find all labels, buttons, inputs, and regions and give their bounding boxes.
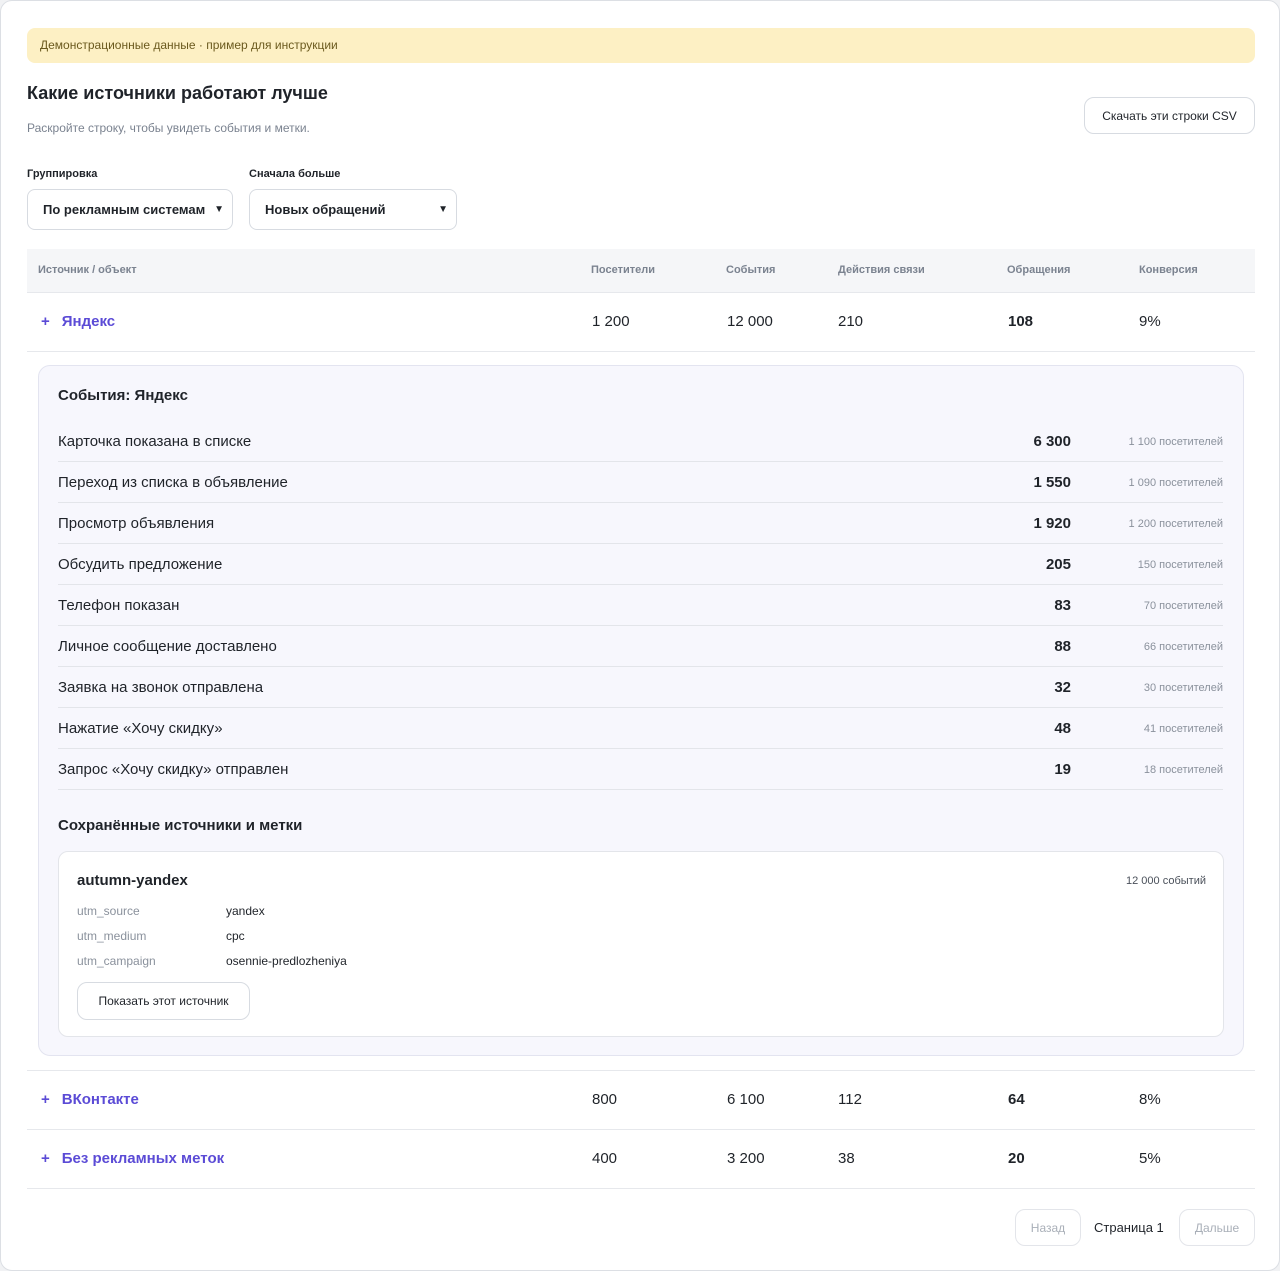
event-count: 48 [1054,720,1071,737]
table-row[interactable]: + Яндекс 1 200 12 000 210 108 9% [27,293,1255,352]
chevron-down-icon: ▼ [438,204,448,215]
event-row: Заявка на звонок отправлена 32 30 посети… [58,667,1223,708]
next-page-button[interactable]: Дальше [1179,1209,1255,1246]
table-row[interactable]: + ВКонтакте 800 6 100 112 64 8% [27,1071,1255,1130]
event-count: 83 [1054,597,1071,614]
saved-source-card: autumn-yandex 12 000 событий utm_source … [58,851,1224,1037]
contact-actions-value: 112 [838,1091,862,1108]
utm-value: yandex [226,904,265,918]
source-name: Без рекламных меток [61,1150,225,1167]
grouping-label: Группировка [27,168,98,180]
source-name: ВКонтакте [61,1091,139,1108]
plus-icon: + [41,313,50,330]
event-visitors: 41 посетителей [1143,723,1223,735]
utm-key: utm_medium [77,929,147,943]
event-count: 1 550 [1033,474,1071,491]
requests-value: 20 [1008,1150,1025,1167]
event-name: Просмотр объявления [58,515,215,532]
utm-value: cpc [226,929,245,943]
download-csv-button[interactable]: Скачать эти строки CSV [1084,97,1255,134]
saved-source-events: 12 000 событий [1126,875,1206,887]
event-visitors: 18 посетителей [1143,764,1223,776]
event-name: Карточка показана в списке [58,433,252,450]
event-count: 19 [1054,761,1071,778]
event-visitors: 70 посетителей [1143,600,1223,612]
sort-select[interactable]: Новых обращений ▼ [249,189,457,230]
events-title: События: Яндекс [58,387,188,404]
page-frame: Демонстрационные данные · пример для инс… [0,0,1280,1271]
saved-source-name: autumn-yandex [77,872,188,889]
visitors-value: 1 200 [592,313,630,330]
conversion-value: 9% [1139,313,1161,330]
event-count: 32 [1054,679,1071,696]
conversion-value: 5% [1139,1150,1161,1167]
events-value: 12 000 [727,313,773,330]
column-header-events: События [726,264,776,276]
column-header-contact-actions: Действия связи [838,264,925,276]
plus-icon: + [41,1091,50,1108]
source-toggle[interactable]: + ВКонтакте [41,1091,139,1108]
event-count: 205 [1045,556,1071,573]
event-visitors: 150 посетителей [1137,559,1223,571]
chevron-down-icon: ▼ [214,204,224,215]
page-subtitle: Раскройте строку, чтобы увидеть события … [27,121,310,135]
prev-page-button[interactable]: Назад [1015,1209,1081,1246]
saved-sources-title: Сохранённые источники и метки [58,817,303,834]
event-visitors: 1 100 посетителей [1128,436,1223,448]
event-row: Обсудить предложение 205 150 посетителей [58,544,1223,585]
event-visitors: 1 200 посетителей [1128,518,1223,530]
source-toggle[interactable]: + Яндекс [41,313,115,330]
demo-banner: Демонстрационные данные · пример для инс… [27,28,1255,63]
source-toggle[interactable]: + Без рекламных меток [41,1150,224,1167]
show-source-button[interactable]: Показать этот источник [77,982,250,1020]
event-row: Переход из списка в объявление 1 550 1 0… [58,462,1223,503]
requests-value: 108 [1008,313,1034,330]
page-title: Какие источники работают лучше [27,83,328,103]
events-value: 6 100 [727,1091,765,1108]
grouping-select[interactable]: По рекламным системам ▼ [27,189,233,230]
column-header-requests: Обращения [1007,264,1071,276]
event-name: Заявка на звонок отправлена [58,679,264,696]
event-visitors: 1 090 посетителей [1128,477,1223,489]
utm-key: utm_source [77,904,140,918]
utm-value: osennie-predlozheniya [226,954,347,968]
requests-value: 64 [1008,1091,1025,1108]
event-row: Просмотр объявления 1 920 1 200 посетите… [58,503,1223,544]
table-row[interactable]: + Без рекламных меток 400 3 200 38 20 5% [27,1130,1255,1189]
page-indicator: Страница 1 [1094,1220,1164,1235]
source-details-panel: События: Яндекс Карточка показана в спис… [38,365,1244,1056]
sort-label: Сначала больше [249,168,341,180]
utm-key: utm_campaign [77,954,156,968]
event-name: Личное сообщение доставлено [58,638,277,655]
source-name: Яндекс [61,313,116,330]
event-row: Нажатие «Хочу скидку» 48 41 посетителей [58,708,1223,749]
conversion-value: 8% [1139,1091,1161,1108]
event-visitors: 66 посетителей [1143,641,1223,653]
table-header: Источник / объект Посетители События Дей… [27,249,1255,293]
event-row: Личное сообщение доставлено 88 66 посети… [58,626,1223,667]
event-name: Нажатие «Хочу скидку» [58,720,223,737]
grouping-select-value: По рекламным системам [43,202,206,217]
events-value: 3 200 [727,1150,765,1167]
column-header-visitors: Посетители [591,264,655,276]
event-row: Телефон показан 83 70 посетителей [58,585,1223,626]
visitors-value: 800 [592,1091,618,1108]
event-name: Телефон показан [58,597,180,614]
event-visitors: 30 посетителей [1143,682,1223,694]
visitors-value: 400 [592,1150,618,1167]
event-name: Запрос «Хочу скидку» отправлен [58,761,289,778]
event-row: Запрос «Хочу скидку» отправлен 19 18 пос… [58,749,1223,790]
event-count: 88 [1054,638,1071,655]
column-header-source: Источник / объект [38,264,137,276]
contact-actions-value: 38 [838,1150,855,1167]
event-count: 1 920 [1033,515,1071,532]
event-name: Обсудить предложение [58,556,223,573]
sort-select-value: Новых обращений [265,202,386,217]
plus-icon: + [41,1150,50,1167]
contact-actions-value: 210 [838,313,864,330]
event-count: 6 300 [1033,433,1071,450]
column-header-conversion: Конверсия [1139,264,1198,276]
event-name: Переход из списка в объявление [58,474,288,491]
event-row: Карточка показана в списке 6 300 1 100 п… [58,421,1223,462]
